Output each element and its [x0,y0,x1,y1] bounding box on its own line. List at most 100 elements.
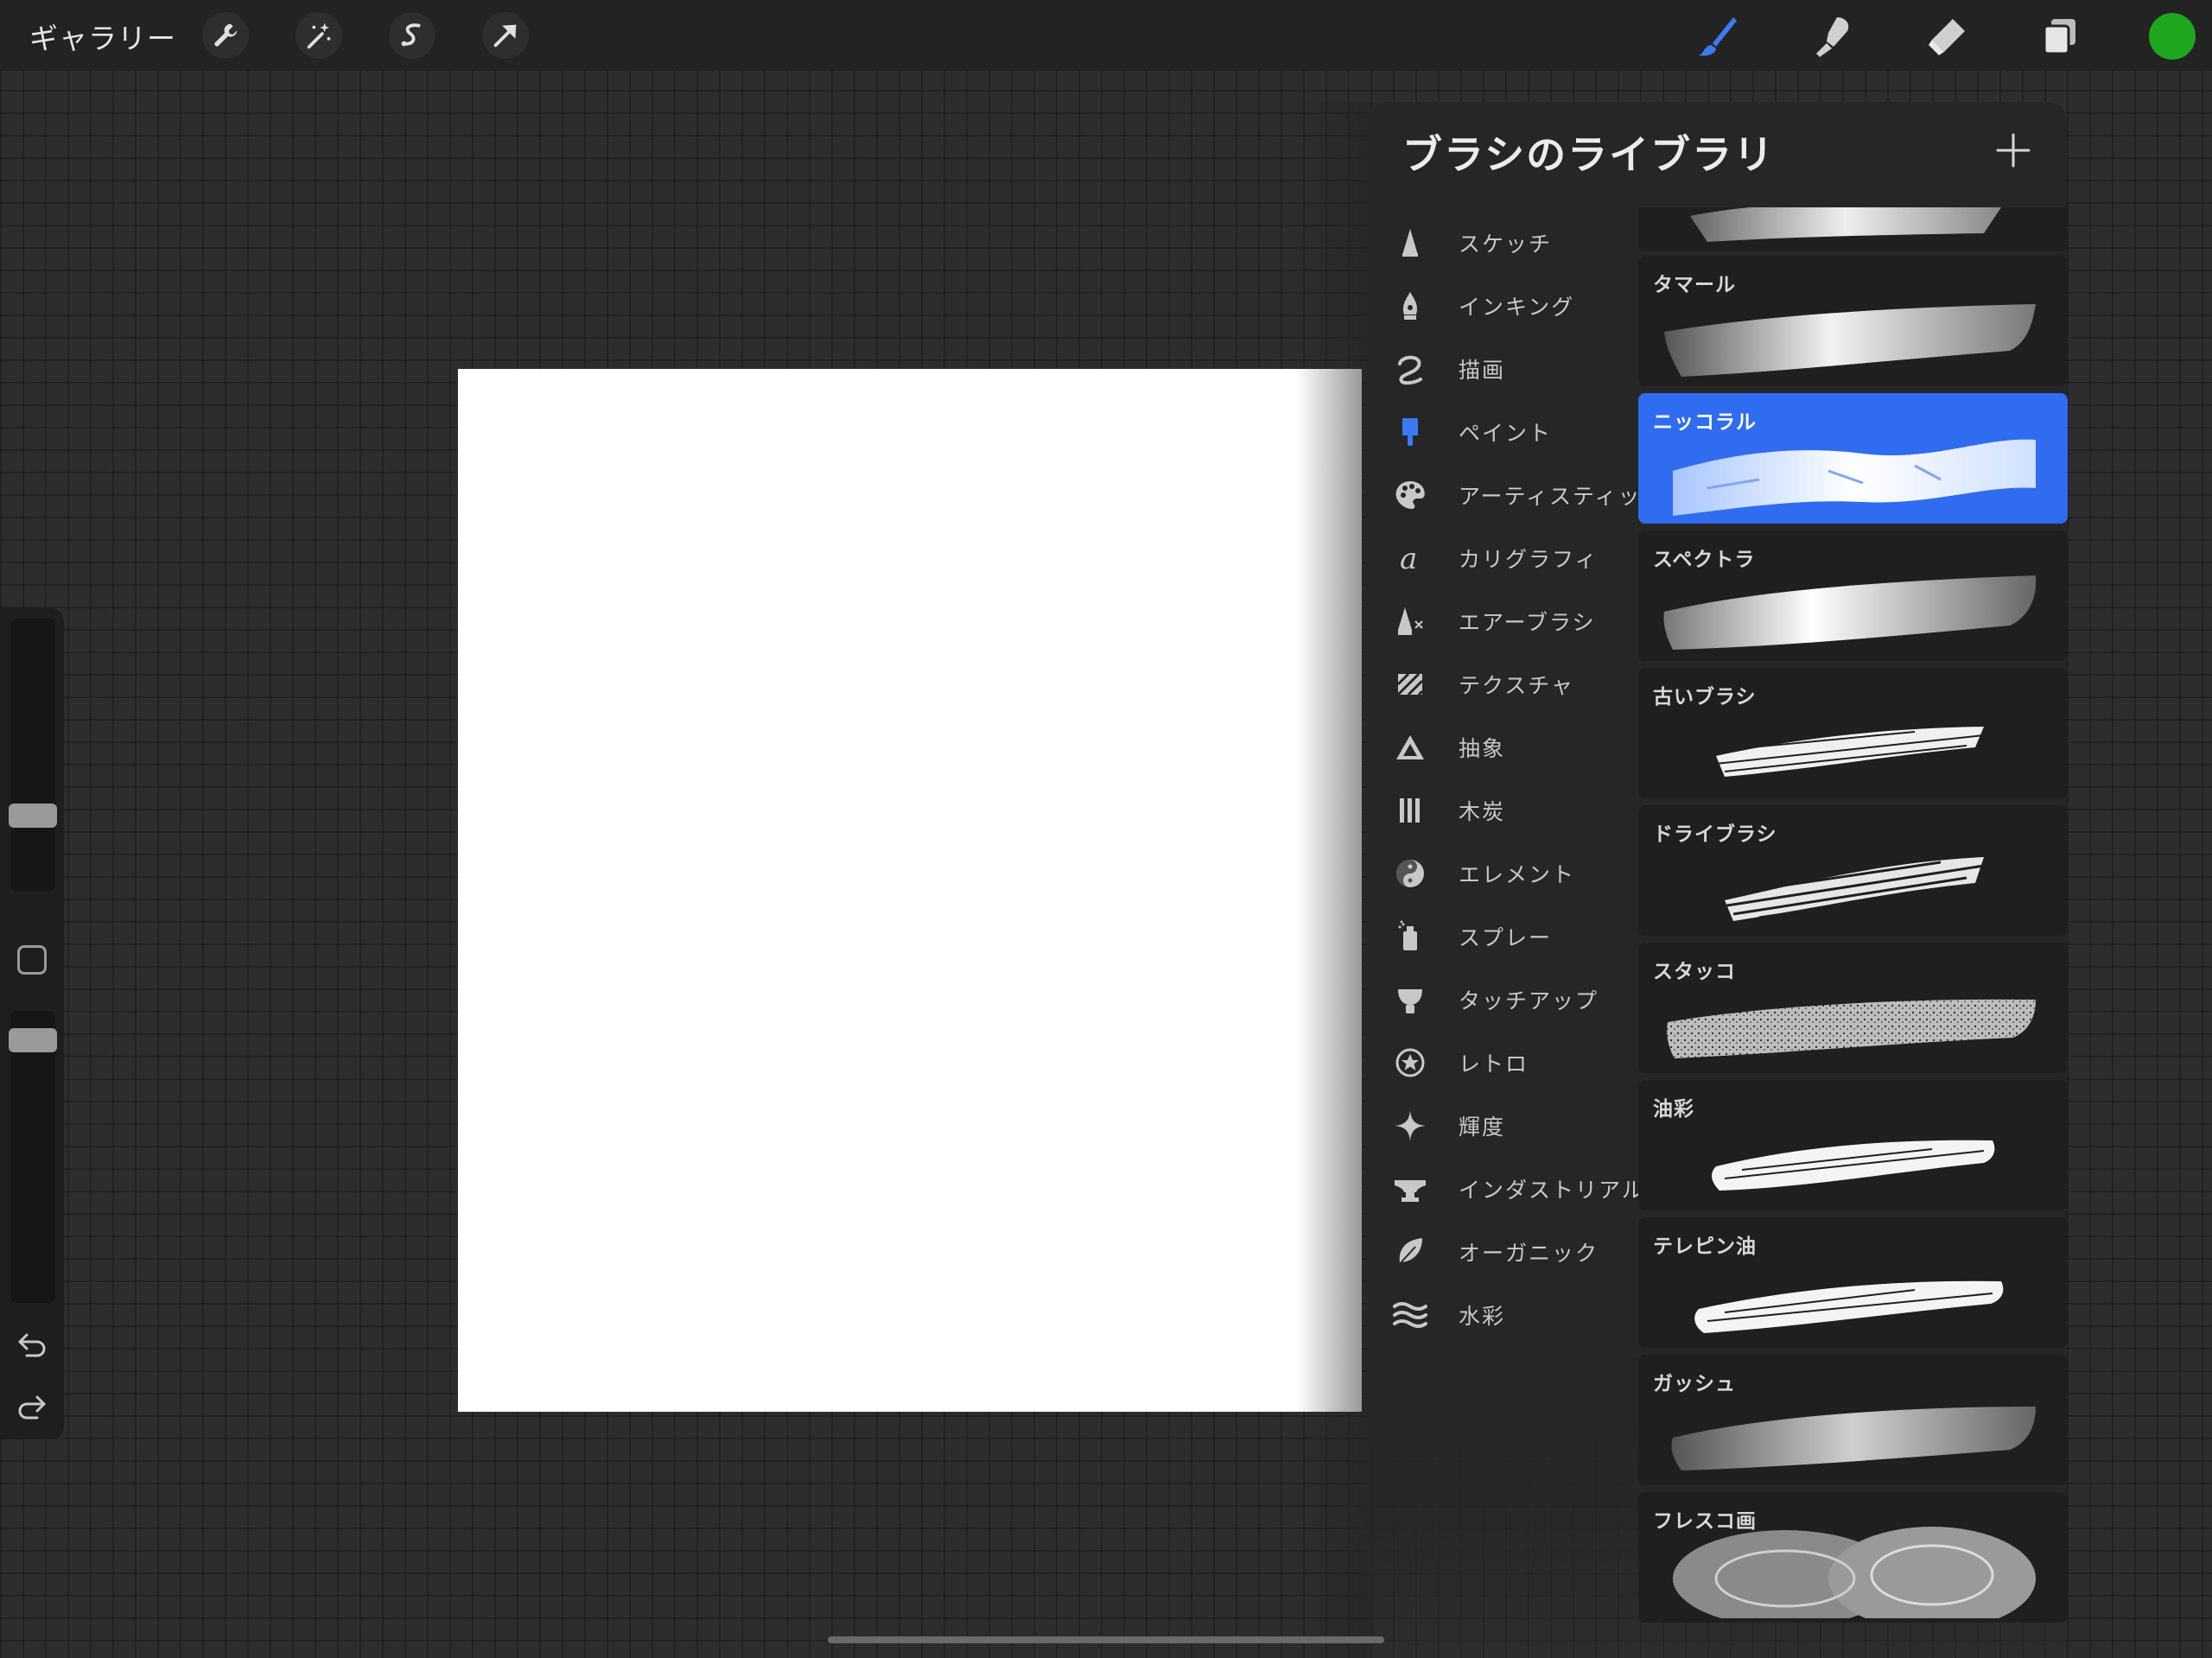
category-label: タッチアップ [1459,988,1599,1013]
drawing-canvas[interactable] [458,369,1362,1412]
layers-icon [2043,19,2075,55]
transform-arrow-icon [493,24,517,48]
brush-stroke-preview [1707,727,1985,777]
category-label: エアーブラシ [1459,610,1596,635]
category-label: 水彩 [1459,1304,1506,1329]
current-color-button[interactable] [2149,13,2196,60]
brush-size-slider[interactable] [10,619,55,892]
brush-size-thumb[interactable] [9,804,57,828]
adjustments-button[interactable] [296,12,342,59]
category-label: 抽象 [1459,736,1506,761]
plus-icon [1996,133,2031,168]
brush-stroke-preview [1671,1407,2036,1471]
category-label: 描画 [1459,358,1506,383]
brush-stroke-preview [1712,1140,1995,1191]
category-abstract[interactable]: 抽象 [1367,717,1635,778]
brush-stroke-preview [1694,1280,2004,1333]
spray-can-icon [1393,919,1427,954]
gallery-button[interactable]: ギャラリー [29,16,176,57]
brush-item[interactable]: ドライブラシ [1638,805,2068,936]
redo-button[interactable] [12,1386,52,1426]
brush-item[interactable]: スタッコ [1638,943,2068,1073]
brush-list: タマール ニッコラル スペクトラ 古いブラシ ドライブラシ スタッコ 油彩 テレ… [1638,207,2068,1658]
category-paint[interactable]: ペイント [1367,402,1635,462]
squiggle-icon [1393,352,1427,386]
wrench-icon [214,23,238,47]
category-calligraphy[interactable]: a カリグラフィ [1367,528,1635,588]
brush-stroke-preview [1663,575,2037,650]
category-label: 輝度 [1459,1115,1506,1140]
category-label: アーティスティック [1459,484,1665,509]
opacity-slider[interactable] [10,1011,55,1303]
category-label: テクスチャ [1459,673,1575,698]
category-luminance[interactable]: 輝度 [1367,1096,1635,1156]
redo-icon [18,1395,46,1420]
brush-stroke-preview [1690,207,2001,242]
opacity-thumb[interactable] [9,1028,57,1052]
brush-stroke-preview [1667,999,2036,1058]
brush-item[interactable]: スペクトラ [1638,530,2068,661]
brush-item[interactable]: フレスコ画 [1638,1492,2068,1623]
panel-shadow [1296,102,1374,1658]
touchup-icon [1393,982,1427,1017]
category-spray[interactable]: スプレー [1367,906,1635,967]
category-inking[interactable]: インキング [1367,276,1635,336]
top-toolbar: ギャラリー [0,0,2212,71]
magic-wand-icon [307,22,331,49]
category-charcoal[interactable]: 木炭 [1367,780,1635,841]
paint-brush-icon [1393,415,1427,449]
add-brush-button[interactable] [1993,130,2034,171]
brush-stroke-preview [1664,304,2036,377]
triangle-icon [1393,730,1427,765]
category-label: オーガニック [1459,1241,1599,1266]
category-artistic[interactable]: アーティスティック [1367,465,1663,525]
category-drawing[interactable]: 描画 [1367,339,1635,399]
smudge-icon [1816,17,1849,57]
modify-button[interactable] [17,945,47,975]
selection-button[interactable] [389,12,435,59]
selection-icon [401,23,421,47]
brush-stroke-preview [1673,1527,2036,1618]
brush-stroke-preview [1673,439,2036,516]
brush-stroke-preview [1715,857,1985,921]
brush-item[interactable]: 油彩 [1638,1080,2068,1210]
brush-tool-button[interactable] [1692,10,1744,62]
category-label: スケッチ [1459,232,1553,257]
left-sidebar [0,608,64,1439]
category-label: カリグラフィ [1459,547,1599,572]
brush-library-title: ブラシのライブラリ [1402,131,1776,178]
anvil-icon [1393,1172,1427,1206]
category-retro[interactable]: レトロ [1367,1032,1635,1093]
ink-pen-icon [1393,289,1427,323]
category-industrial[interactable]: インダストリアル [1367,1159,1643,1219]
smudge-tool-button[interactable] [1806,10,1858,62]
brush-item[interactable]: タマール [1638,256,2068,386]
layers-button[interactable] [2034,10,2086,62]
category-label: 木炭 [1459,799,1506,824]
category-watercolor[interactable]: 水彩 [1367,1285,1635,1345]
actions-wrench-button[interactable] [202,12,249,59]
brush-item[interactable]: ガッシュ [1638,1355,2068,1485]
category-label: レトロ [1459,1051,1529,1077]
brush-item[interactable]: テレピン油 [1638,1217,2068,1348]
undo-button[interactable] [12,1324,52,1363]
texture-hatch-icon [1393,667,1427,702]
brush-icon [1699,17,1737,56]
category-organic[interactable]: オーガニック [1367,1222,1635,1282]
sparkle-icon [1393,1109,1427,1143]
category-touchups[interactable]: タッチアップ [1367,969,1635,1030]
home-indicator[interactable] [828,1636,1384,1643]
star-circle-icon [1393,1045,1427,1080]
brush-item[interactable] [1638,207,2068,251]
category-label: スプレー [1459,925,1553,950]
brush-item[interactable]: ニッコラル [1638,393,2068,524]
category-texture[interactable]: テクスチャ [1367,654,1635,715]
transform-button[interactable] [482,12,529,59]
category-sketch[interactable]: スケッチ [1367,213,1635,273]
category-label: ペイント [1459,421,1553,446]
eraser-tool-button[interactable] [1920,10,1972,62]
pencil-tip-icon [1393,226,1427,260]
brush-item[interactable]: 古いブラシ [1638,668,2068,798]
category-elements[interactable]: エレメント [1367,843,1635,904]
category-airbrush[interactable]: エアーブラシ [1367,591,1635,651]
